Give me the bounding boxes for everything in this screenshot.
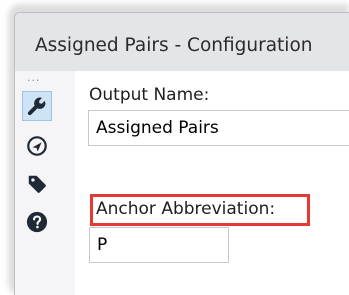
anchor-abbreviation-input[interactable]: P bbox=[89, 227, 229, 263]
anchor-abbreviation-label: Anchor Abbreviation: bbox=[96, 199, 276, 219]
configuration-tool-button[interactable] bbox=[22, 91, 52, 121]
output-name-input[interactable]: Assigned Pairs bbox=[88, 110, 349, 146]
navigation-tool-button[interactable] bbox=[24, 133, 50, 159]
help-icon bbox=[26, 211, 48, 233]
configuration-panel: Assigned Pairs - Configuration ··· Outpu… bbox=[14, 12, 349, 295]
configuration-content: Output Name: Assigned Pairs Anchor Abbre… bbox=[75, 71, 349, 295]
tool-sidebar: ··· bbox=[15, 71, 75, 295]
drag-handle[interactable]: ··· bbox=[27, 75, 41, 86]
help-tool-button[interactable] bbox=[24, 209, 50, 235]
wrench-icon bbox=[27, 97, 46, 116]
screenshot-stage: Assigned Pairs - Configuration ··· Outpu… bbox=[0, 0, 349, 295]
annotation-tool-button[interactable] bbox=[24, 171, 50, 197]
panel-title: Assigned Pairs - Configuration bbox=[35, 35, 313, 56]
output-name-label: Output Name: bbox=[89, 85, 210, 105]
tag-icon bbox=[28, 175, 46, 193]
navigation-arrow-icon bbox=[27, 136, 47, 156]
panel-title-bar: Assigned Pairs - Configuration bbox=[15, 13, 349, 71]
